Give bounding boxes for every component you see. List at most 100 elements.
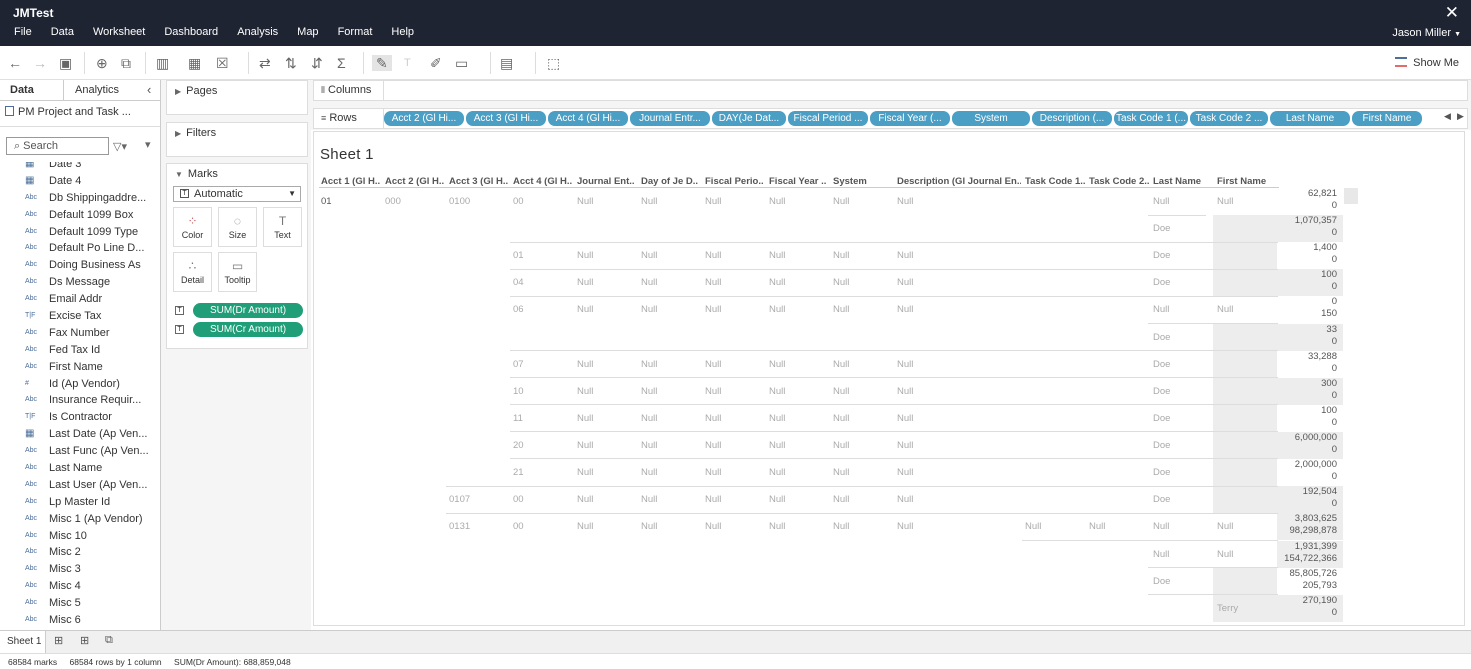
text-button[interactable]: T Text — [263, 207, 302, 247]
null-value[interactable]: Null — [641, 413, 657, 424]
field-item[interactable]: Abc Last Func (Ap Ven... — [0, 443, 160, 460]
null-value[interactable]: Null — [897, 467, 913, 478]
acct4-value[interactable]: 01 — [513, 250, 524, 261]
null-value[interactable]: Null — [769, 413, 785, 424]
row-pill[interactable]: Acct 2 (Gl Hi... — [384, 111, 464, 126]
column-header[interactable]: Acct 1 (Gl H.. — [321, 176, 383, 187]
cr-amount-value[interactable]: 0 — [1282, 471, 1337, 482]
null-value[interactable]: Null — [769, 386, 785, 397]
dr-amount-value[interactable]: 192,504 — [1282, 486, 1337, 497]
acct3-value[interactable]: 0100 — [449, 196, 470, 207]
field-item[interactable]: ▦ Date 3 — [0, 162, 160, 173]
cr-amount-value[interactable]: 0 — [1282, 607, 1337, 618]
menu-worksheet[interactable]: Worksheet — [85, 26, 153, 38]
null-value[interactable]: Null — [769, 494, 785, 505]
new-datasource-icon[interactable]: ⊕ — [96, 55, 108, 71]
dr-amount-value[interactable]: 270,190 — [1282, 595, 1337, 606]
null-value[interactable]: Null — [577, 413, 593, 424]
presentation-icon[interactable]: ⬚ — [547, 55, 560, 71]
column-header[interactable]: Last Name — [1153, 176, 1215, 187]
user-menu[interactable]: Jason Miller ▼ — [1392, 27, 1461, 39]
null-value[interactable]: Null — [897, 277, 913, 288]
save-icon[interactable]: ▣ — [59, 55, 72, 71]
scroll-left-icon[interactable]: ◀ — [1444, 111, 1454, 126]
acct4-value[interactable]: 00 — [513, 494, 524, 505]
first-name-value[interactable]: Null — [1217, 549, 1233, 560]
field-item[interactable]: Abc Misc 1 (Ap Vendor) — [0, 511, 160, 528]
collapse-icon[interactable]: ‹ — [147, 82, 151, 97]
row-pill[interactable]: DAY(Je Dat... — [712, 111, 786, 126]
column-header[interactable]: Task Code 2.. — [1089, 176, 1151, 187]
null-value[interactable]: Null — [705, 413, 721, 424]
cr-amount-value[interactable]: 0 — [1282, 417, 1337, 428]
null-value[interactable]: Null — [641, 494, 657, 505]
dr-amount-value[interactable]: 3,803,625 — [1282, 513, 1337, 524]
cr-amount-value[interactable]: 150 — [1282, 308, 1337, 319]
null-value[interactable]: Null — [641, 467, 657, 478]
collapse-icon[interactable]: ▼ — [175, 170, 183, 179]
menu-format[interactable]: Format — [330, 26, 381, 38]
null-value[interactable]: Null — [897, 494, 913, 505]
null-value[interactable]: Null — [769, 304, 785, 315]
null-value[interactable]: Null — [897, 386, 913, 397]
dr-amount-value[interactable]: 0 — [1282, 296, 1337, 307]
field-item[interactable]: T|F Excise Tax — [0, 308, 160, 325]
close-icon[interactable]: ✕ — [1445, 3, 1459, 23]
last-name-value[interactable]: Doe — [1153, 467, 1170, 478]
field-item[interactable]: # Id (Ap Vendor) — [0, 376, 160, 393]
dr-amount-value[interactable]: 85,805,726 — [1282, 568, 1337, 579]
last-name-value[interactable]: Doe — [1153, 494, 1170, 505]
search-input[interactable]: ⌕ Search — [6, 137, 109, 155]
null-value[interactable]: Null — [769, 521, 785, 532]
clear-sheet-icon[interactable]: ☒ — [216, 55, 229, 71]
sort-ascending-icon[interactable]: ⇅ — [285, 55, 297, 71]
acct4-value[interactable]: 07 — [513, 359, 524, 370]
field-item[interactable]: Abc Misc 10 — [0, 528, 160, 545]
null-value[interactable]: Null — [641, 440, 657, 451]
swap-icon[interactable]: ⇄ — [259, 55, 271, 71]
null-value[interactable]: Null — [705, 440, 721, 451]
filter-icon[interactable]: ▽▾ — [113, 140, 127, 153]
null-value[interactable]: Null — [897, 413, 913, 424]
first-name-value[interactable]: Null — [1217, 521, 1233, 532]
null-value[interactable]: Null — [769, 467, 785, 478]
menu-analysis[interactable]: Analysis — [229, 26, 286, 38]
show-cards-icon[interactable]: ▤ — [500, 55, 513, 71]
last-name-value[interactable]: Null — [1153, 521, 1169, 532]
null-value[interactable]: Null — [577, 440, 593, 451]
null-value[interactable]: Null — [897, 196, 913, 207]
acct4-value[interactable]: 04 — [513, 277, 524, 288]
field-item[interactable]: Abc Db Shippingaddre... — [0, 190, 160, 207]
null-value[interactable]: Null — [577, 196, 593, 207]
null-value[interactable]: Null — [833, 440, 849, 451]
field-item[interactable]: Abc Misc 2 — [0, 544, 160, 561]
null-value[interactable]: Null — [641, 304, 657, 315]
null-value[interactable]: Null — [833, 250, 849, 261]
null-value[interactable]: Null — [705, 196, 721, 207]
cr-amount-value[interactable]: 0 — [1282, 281, 1337, 292]
detail-button[interactable]: ∴ Detail — [173, 252, 212, 292]
new-worksheet-icon[interactable]: ▥ — [156, 55, 169, 71]
pause-updates-icon[interactable]: ⧉ — [121, 55, 131, 71]
field-item[interactable]: Abc Default 1099 Type — [0, 224, 160, 241]
null-value[interactable]: Null — [897, 521, 913, 532]
null-value[interactable]: Null — [705, 304, 721, 315]
cr-amount-value[interactable]: 0 — [1282, 498, 1337, 509]
tab-data[interactable]: Data — [10, 84, 34, 96]
null-value[interactable]: Null — [833, 467, 849, 478]
menu-map[interactable]: Map — [289, 26, 326, 38]
new-story-icon[interactable]: ⧉ — [105, 634, 113, 647]
dr-amount-value[interactable]: 1,070,357 — [1282, 215, 1337, 226]
column-header[interactable]: Journal Ent.. — [577, 176, 639, 187]
null-value[interactable]: Null — [705, 467, 721, 478]
first-name-value[interactable]: Terry — [1217, 603, 1238, 614]
dr-amount-value[interactable]: 300 — [1282, 378, 1337, 389]
dr-amount-value[interactable]: 100 — [1282, 269, 1337, 280]
tooltip-button[interactable]: ▭ Tooltip — [218, 252, 257, 292]
mark-pill-dr-amount[interactable]: SUM(Dr Amount) — [193, 303, 303, 318]
field-item[interactable]: Abc Default 1099 Box — [0, 207, 160, 224]
field-item[interactable]: Abc Fax Number — [0, 325, 160, 342]
last-name-value[interactable]: Null — [1153, 549, 1169, 560]
field-item[interactable]: Abc Misc 3 — [0, 561, 160, 578]
row-pill[interactable]: Description (... — [1032, 111, 1112, 126]
